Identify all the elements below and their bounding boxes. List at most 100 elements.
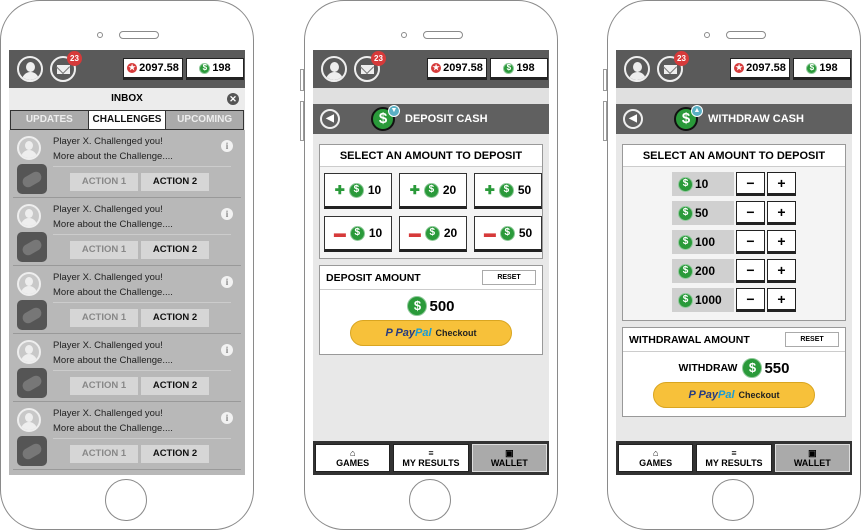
action-2-button[interactable]: ACTION 2 (141, 377, 209, 395)
user-icon (25, 345, 33, 354)
user-icon-body (326, 72, 343, 80)
star-icon: ★ (127, 63, 138, 73)
amount-row: $1000− + (623, 288, 845, 312)
amount-label: $200 (672, 259, 734, 283)
divider (53, 302, 231, 303)
nav-games[interactable]: ⌂ GAMES (618, 444, 694, 472)
add-20-button[interactable]: ✚ $20 (399, 173, 467, 209)
select-amount-panel: SELECT AN AMOUNT TO DEPOSIT $10− + $50− + … (622, 144, 846, 321)
action-1-button[interactable]: ACTION 1 (70, 309, 138, 327)
bottom-nav: ⌂ GAMES ≡ MY RESULTS ▣ WALLET (313, 441, 549, 475)
gems-value: 2097.58 (139, 62, 179, 74)
increase-button[interactable]: + (767, 259, 796, 283)
increase-button[interactable]: + (767, 230, 796, 254)
add-50-button[interactable]: ✚ $50 (474, 173, 542, 209)
decrease-button[interactable]: − (736, 201, 765, 225)
decrease-button[interactable]: − (736, 172, 765, 196)
info-icon[interactable]: i (221, 208, 233, 220)
divider (53, 370, 231, 371)
action-2-button[interactable]: ACTION 2 (141, 173, 209, 191)
action-1-button[interactable]: ACTION 1 (70, 241, 138, 259)
tab-challenges[interactable]: CHALLENGES (88, 111, 167, 129)
user-icon-body (22, 72, 39, 80)
info-icon[interactable]: i (221, 276, 233, 288)
action-2-button[interactable]: ACTION 2 (141, 309, 209, 327)
speaker (119, 31, 159, 39)
cash-balance[interactable]: $198 (490, 58, 548, 80)
phone-inbox: 23 ★ 2097.58 $198 INBOX ✕ UPDATES CHALLEN… (0, 0, 254, 530)
info-icon[interactable]: i (221, 412, 233, 424)
user-icon-body (21, 218, 37, 226)
dollar-coin-icon: $ (348, 182, 364, 198)
gamepad-icon (17, 164, 47, 194)
reset-button[interactable]: RESET (785, 332, 839, 347)
home-button[interactable] (105, 479, 147, 521)
profile-button[interactable] (321, 56, 347, 82)
increase-button[interactable]: + (767, 201, 796, 225)
info-icon[interactable]: i (221, 344, 233, 356)
action-2-button[interactable]: ACTION 2 (141, 241, 209, 259)
nav-wallet[interactable]: ▣ WALLET (471, 444, 547, 472)
remove-10-button[interactable]: ▬ $10 (324, 216, 392, 252)
gems-balance[interactable]: ★ 2097.58 (427, 58, 487, 80)
list-icon: ≡ (731, 448, 737, 458)
back-arrow-icon[interactable]: ◀ (623, 109, 643, 129)
dollar-coin-icon: $ (199, 62, 211, 74)
cash-balance[interactable]: $198 (793, 58, 851, 80)
item-subtitle: More about the Challenge.... (53, 423, 173, 434)
action-1-button[interactable]: ACTION 1 (70, 377, 138, 395)
gamepad-icon (17, 436, 47, 466)
challenge-list: Player X. Challenged you! More about the… (9, 130, 245, 475)
gems-balance[interactable]: ★ 2097.58 (123, 58, 183, 80)
nav-games[interactable]: ⌂ GAMES (315, 444, 391, 472)
dollar-coin-icon: $ (678, 205, 693, 221)
paypal-logo: P PayPal (688, 389, 735, 401)
plus-icon: ✚ (334, 183, 345, 197)
home-icon: ⌂ (349, 448, 356, 458)
back-arrow-icon[interactable]: ◀ (320, 109, 340, 129)
profile-button[interactable] (17, 56, 43, 82)
item-title: Player X. Challenged you! (53, 204, 163, 215)
paypal-checkout-button[interactable]: P PayPal Checkout (350, 320, 512, 346)
action-2-button[interactable]: ACTION 2 (141, 445, 209, 463)
player-avatar (17, 408, 41, 432)
nav-my-results[interactable]: ≡ MY RESULTS (696, 444, 772, 472)
minus-icon: ▬ (333, 226, 346, 240)
tab-upcoming[interactable]: UPCOMING (166, 111, 244, 129)
dollar-coin-icon: $ (742, 358, 763, 378)
checkout-label: Checkout (435, 328, 477, 338)
increase-button[interactable]: + (767, 172, 796, 196)
home-button[interactable] (712, 479, 754, 521)
gems-balance[interactable]: ★ 2097.58 (730, 58, 790, 80)
wallet-icon: ▣ (808, 448, 817, 458)
speaker (423, 31, 463, 39)
decrease-button[interactable]: − (736, 288, 765, 312)
decrease-button[interactable]: − (736, 230, 765, 254)
increase-button[interactable]: + (767, 288, 796, 312)
decrease-button[interactable]: − (736, 259, 765, 283)
home-button[interactable] (409, 479, 451, 521)
paypal-checkout-button[interactable]: P PayPal Checkout (653, 382, 815, 408)
item-title: Player X. Challenged you! (53, 340, 163, 351)
messages-badge: 23 (67, 51, 82, 66)
info-icon[interactable]: i (221, 140, 233, 152)
nav-my-results[interactable]: ≡ MY RESULTS (393, 444, 469, 472)
amount-value: 200 (695, 264, 716, 278)
cash-balance[interactable]: $198 (186, 58, 244, 80)
star-icon: ★ (734, 63, 745, 73)
action-1-button[interactable]: ACTION 1 (70, 173, 138, 191)
plus-icon: ✚ (484, 183, 495, 197)
nav-wallet[interactable]: ▣ WALLET (774, 444, 850, 472)
reset-button[interactable]: RESET (482, 270, 536, 285)
remove-50-button[interactable]: ▬ $50 (474, 216, 542, 252)
add-10-button[interactable]: ✚ $10 (324, 173, 392, 209)
tab-updates[interactable]: UPDATES (11, 111, 89, 129)
bottom-nav: ⌂ GAMES ≡ MY RESULTS ▣ WALLET (616, 441, 852, 475)
plus-icon: ✚ (409, 183, 420, 197)
profile-button[interactable] (624, 56, 650, 82)
panel-header: DEPOSIT AMOUNT RESET (320, 266, 542, 290)
action-1-button[interactable]: ACTION 1 (70, 445, 138, 463)
remove-20-button[interactable]: ▬ $20 (399, 216, 467, 252)
close-icon[interactable]: ✕ (227, 93, 239, 105)
divider (53, 234, 231, 235)
